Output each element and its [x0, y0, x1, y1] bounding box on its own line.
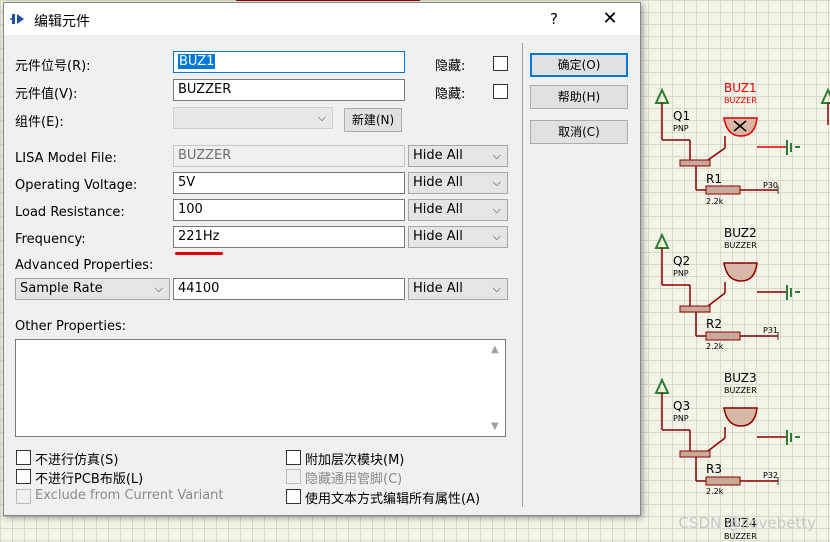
svg-text:2.2k: 2.2k [706, 197, 724, 206]
svg-text:P31: P31 [763, 326, 778, 335]
scroll-up-icon[interactable]: ▲ [491, 344, 499, 355]
ref-hidden-checkbox[interactable] [493, 56, 508, 71]
frequency-input[interactable]: 221Hz [173, 226, 405, 248]
edit-component-dialog: 编辑元件 ? ✕ 元件位号(R): BUZ1 隐藏: 元件值(V): BUZZE… [3, 2, 641, 516]
ref-label: 元件位号(R): [15, 59, 91, 74]
advanced-label: Advanced Properties: [15, 258, 154, 273]
chevron-down-icon: ⌵ [492, 203, 501, 216]
other-properties-textarea[interactable]: ▲ ▼ [15, 339, 506, 437]
edit-as-text-label: 使用文本方式编辑所有属性(A) [305, 492, 481, 507]
svg-text:BUZZER: BUZZER [724, 386, 757, 395]
value-input[interactable]: BUZZER [173, 79, 405, 101]
load-visibility-value: Hide All [413, 202, 463, 217]
ref-input[interactable]: BUZ1 [173, 51, 405, 73]
new-button[interactable]: 新建(N) [344, 108, 402, 132]
svg-text:2.2k: 2.2k [706, 487, 724, 496]
circuit-3: BUZ3 BUZZER Q3 PNP R3 2.2k P32 [654, 371, 800, 496]
load-label: Load Resistance: [15, 205, 125, 220]
other-properties-label: Other Properties: [15, 319, 127, 334]
svg-text:BUZ1: BUZ1 [724, 81, 757, 95]
annotation-underline [175, 252, 223, 255]
lisa-input[interactable]: BUZZER [173, 145, 405, 167]
svg-text:R1: R1 [706, 172, 722, 186]
chevron-down-icon: ⌵ [317, 111, 326, 124]
svg-text:Q1: Q1 [673, 109, 690, 123]
advanced-property-value: Sample Rate [20, 281, 103, 296]
chevron-down-icon: ⌵ [154, 282, 163, 295]
exclude-simulation-checkbox[interactable] [16, 450, 31, 465]
svg-text:Q3: Q3 [673, 399, 690, 413]
circuit-1: BUZ1 BUZZER Q1 PNP R1 2.2k P30 [654, 81, 800, 206]
chevron-down-icon: ⌵ [492, 230, 501, 243]
group-select[interactable]: ⌵ [173, 107, 333, 129]
chevron-down-icon: ⌵ [492, 176, 501, 189]
edit-as-text-checkbox[interactable] [286, 489, 301, 504]
cancel-button[interactable]: 取消(C) [530, 120, 628, 144]
hide-common-pins-checkbox[interactable] [286, 469, 301, 484]
svg-text:P32: P32 [763, 471, 778, 480]
group-label: 组件(E): [15, 115, 64, 130]
advanced-visibility-value: Hide All [413, 281, 463, 296]
value-hidden-checkbox[interactable] [493, 84, 508, 99]
value-label: 元件值(V): [15, 87, 78, 102]
svg-text:R3: R3 [706, 462, 722, 476]
exclude-variant-checkbox[interactable] [16, 489, 31, 504]
voltage-visibility-value: Hide All [413, 175, 463, 190]
advanced-visibility-select[interactable]: Hide All ⌵ [408, 278, 508, 300]
exclude-pcb-checkbox[interactable] [16, 469, 31, 484]
help-icon[interactable]: ? [542, 7, 566, 31]
ok-button[interactable]: 确定(O) [530, 53, 628, 77]
svg-text:PNP: PNP [673, 124, 689, 133]
svg-text:BUZZER: BUZZER [724, 96, 757, 105]
voltage-label: Operating Voltage: [15, 178, 138, 193]
svg-text:BUZZER: BUZZER [724, 532, 757, 541]
textarea-scrollbar[interactable]: ▲ ▼ [488, 340, 505, 436]
hide-common-pins-label: 隐藏通用管脚(C) [305, 472, 403, 487]
frequency-visibility-select[interactable]: Hide All ⌵ [408, 226, 508, 248]
svg-text:2.2k: 2.2k [706, 342, 724, 351]
right-edge-ground [820, 87, 830, 125]
vertical-divider [522, 43, 523, 507]
help-button[interactable]: 帮助(H) [530, 85, 628, 109]
svg-text:BUZ3: BUZ3 [724, 371, 757, 385]
close-icon[interactable]: ✕ [596, 7, 624, 31]
watermark: CSDN @ilovebetty [678, 514, 816, 532]
value-hidden-label: 隐藏: [435, 87, 466, 102]
frequency-label: Frequency: [15, 232, 86, 247]
lisa-visibility-select[interactable]: Hide All ⌵ [408, 145, 508, 167]
lisa-visibility-value: Hide All [413, 148, 463, 163]
svg-text:R2: R2 [706, 317, 722, 331]
exclude-simulation-label: 不进行仿真(S) [35, 453, 119, 468]
lisa-label: LISA Model File: [15, 151, 117, 166]
title-bar[interactable]: 编辑元件 ? ✕ [4, 3, 640, 35]
dialog-title: 编辑元件 [34, 14, 90, 30]
frequency-visibility-value: Hide All [413, 229, 463, 244]
voltage-input[interactable]: 5V [173, 172, 405, 194]
exclude-variant-label: Exclude from Current Variant [35, 488, 224, 503]
component-icon [10, 14, 24, 24]
svg-text:Q2: Q2 [673, 254, 690, 268]
advanced-property-select[interactable]: Sample Rate ⌵ [15, 278, 170, 300]
attach-hierarchy-label: 附加层次模块(M) [305, 453, 405, 468]
scroll-down-icon[interactable]: ▼ [491, 421, 499, 432]
chevron-down-icon: ⌵ [492, 282, 501, 295]
svg-text:PNP: PNP [673, 414, 689, 423]
advanced-value-input[interactable]: 44100 [173, 278, 405, 300]
ref-value: BUZ1 [178, 54, 216, 69]
voltage-visibility-select[interactable]: Hide All ⌵ [408, 172, 508, 194]
svg-text:BUZZER: BUZZER [724, 241, 757, 250]
load-visibility-select[interactable]: Hide All ⌵ [408, 199, 508, 221]
load-input[interactable]: 100 [173, 199, 405, 221]
svg-text:PNP: PNP [673, 269, 689, 278]
svg-text:BUZ2: BUZ2 [724, 226, 757, 240]
svg-text:P30: P30 [763, 181, 778, 190]
attach-hierarchy-checkbox[interactable] [286, 450, 301, 465]
chevron-down-icon: ⌵ [492, 149, 501, 162]
ref-hidden-label: 隐藏: [435, 59, 466, 74]
exclude-pcb-label: 不进行PCB布版(L) [35, 472, 144, 487]
circuit-2: BUZ2 BUZZER Q2 PNP R2 2.2k P31 [654, 226, 800, 351]
